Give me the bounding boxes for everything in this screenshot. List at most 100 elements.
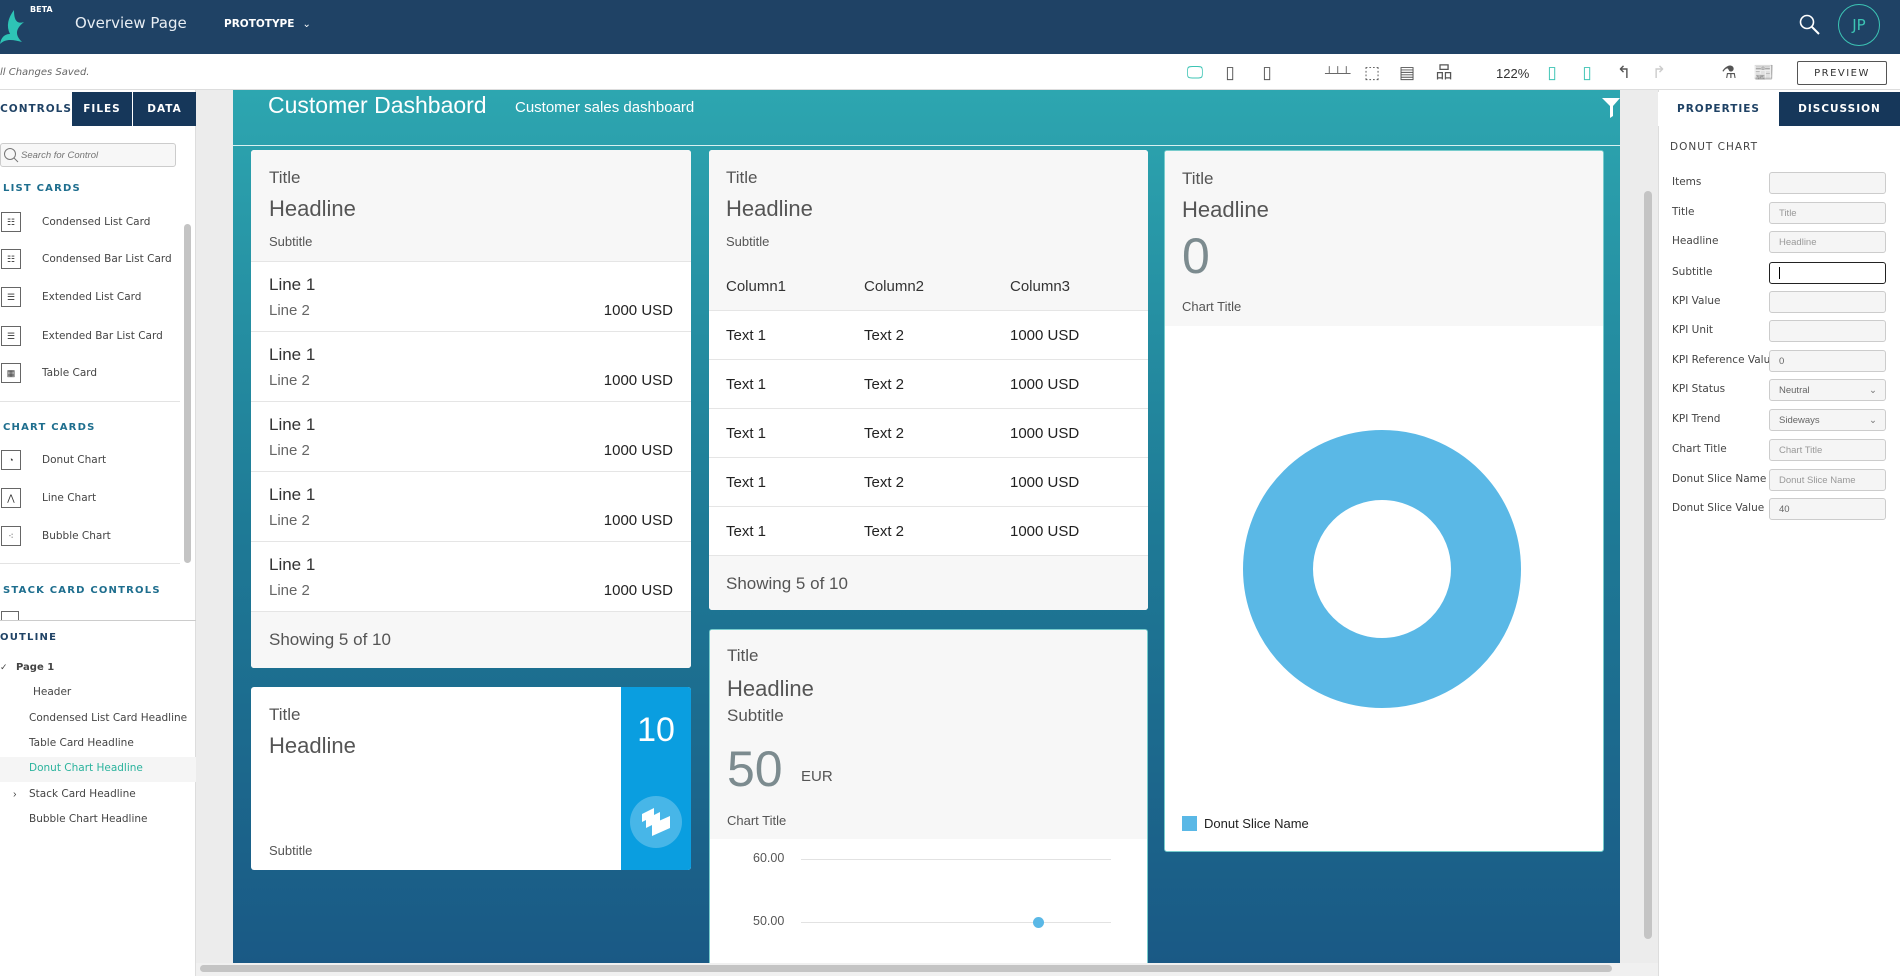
control-label: Condensed Bar List Card bbox=[42, 253, 172, 265]
property-input-subtitle[interactable] bbox=[1769, 262, 1886, 284]
align-icon[interactable]: ▤ bbox=[1396, 62, 1418, 84]
data-point[interactable] bbox=[1033, 917, 1044, 928]
line-chart-card[interactable]: Title Headline Subtitle 50 EUR Chart Tit… bbox=[709, 629, 1148, 974]
expand-chevron-icon[interactable]: › bbox=[13, 788, 17, 800]
property-input-kpi-unit[interactable] bbox=[1769, 320, 1886, 342]
property-input-kpi-status[interactable]: Neutral ⌄ bbox=[1769, 379, 1886, 401]
table-card-icon: ▦ bbox=[1, 363, 21, 383]
table-row[interactable]: Text 1 Text 2 1000 USD bbox=[709, 506, 1148, 555]
table-row[interactable]: Text 1 Text 2 1000 USD bbox=[709, 359, 1148, 408]
stack-count-panel[interactable]: 10 bbox=[621, 687, 691, 870]
control-label: Condensed List Card bbox=[42, 216, 151, 228]
control-item[interactable]: ☰ Extended Bar List Card bbox=[0, 324, 180, 348]
phone-view-icon[interactable]: ▯ bbox=[1256, 62, 1278, 84]
tab-data[interactable]: DATA bbox=[133, 92, 196, 126]
table-card[interactable]: Title Headline Subtitle Column1 Column2 … bbox=[709, 150, 1148, 610]
property-input-kpi-trend[interactable]: Sideways ⌄ bbox=[1769, 409, 1886, 431]
legend-swatch bbox=[1182, 816, 1197, 831]
outline-item[interactable]: Donut Chart Headline bbox=[29, 762, 143, 774]
outline-page[interactable]: Page 1 bbox=[16, 662, 54, 673]
frame-icon[interactable]: ⬚ bbox=[1361, 62, 1383, 84]
control-item[interactable]: ⁖ Bubble Chart bbox=[0, 524, 180, 548]
tab-controls[interactable]: CONTROLS bbox=[0, 92, 72, 126]
control-item[interactable]: ▦ Table Card bbox=[0, 361, 180, 385]
property-input-kpi-value[interactable] bbox=[1769, 291, 1886, 313]
card-footer: Showing 5 of 10 bbox=[709, 555, 1148, 610]
control-search-input[interactable] bbox=[21, 149, 171, 161]
list-item[interactable]: Line 1 Line 2 1000 USD bbox=[251, 541, 691, 611]
ruler-icon[interactable]: ┴┴┴ bbox=[1325, 62, 1351, 84]
property-value: Neutral bbox=[1779, 384, 1810, 396]
undo-icon[interactable]: ↰ bbox=[1613, 62, 1635, 84]
card-subtitle: Subtitle bbox=[269, 234, 313, 249]
desktop-view-icon[interactable]: 🖵 bbox=[1184, 62, 1206, 84]
preview-button[interactable]: PREVIEW bbox=[1797, 61, 1887, 85]
table-row[interactable]: Text 1 Text 2 1000 USD bbox=[709, 408, 1148, 457]
line-2: Line 2 bbox=[269, 582, 310, 599]
mode-dropdown[interactable]: PROTOTYPE ⌄ bbox=[224, 18, 311, 30]
property-input-donut-slice-value[interactable]: 40 bbox=[1769, 498, 1886, 520]
property-input-chart-title[interactable]: Chart Title bbox=[1769, 439, 1886, 461]
news-icon[interactable]: 📰 bbox=[1753, 62, 1775, 84]
chevron-down-icon: ⌄ bbox=[1869, 414, 1877, 426]
donut-chart-card[interactable]: Title Headline 0 Chart Title Donut Slice… bbox=[1164, 150, 1604, 852]
table-cell: Text 2 bbox=[864, 425, 905, 442]
value: 1000 USD bbox=[603, 372, 673, 389]
header-divider bbox=[233, 145, 1620, 146]
outline-item[interactable]: Table Card Headline bbox=[29, 737, 134, 749]
avatar[interactable]: JP bbox=[1838, 4, 1880, 46]
line-1: Line 1 bbox=[269, 275, 316, 294]
property-input-donut-slice-name[interactable]: Donut Slice Name bbox=[1769, 469, 1886, 491]
canvas-vertical-scrollbar[interactable] bbox=[1644, 191, 1652, 939]
list-item[interactable]: Line 1 Line 2 1000 USD bbox=[251, 471, 691, 541]
filter-icon[interactable] bbox=[1602, 96, 1620, 118]
outline-item[interactable]: Stack Card Headline bbox=[29, 788, 136, 800]
list-item[interactable]: Line 1 Line 2 1000 USD bbox=[251, 401, 691, 471]
property-input-headline[interactable]: Headline bbox=[1769, 231, 1886, 253]
control-search[interactable] bbox=[0, 143, 176, 167]
flask-icon[interactable]: ⚗ bbox=[1718, 62, 1740, 84]
expand-chevron-icon[interactable]: ✓ bbox=[0, 662, 8, 673]
table-row[interactable]: Text 1 Text 2 1000 USD bbox=[709, 457, 1148, 506]
card-title: Title bbox=[1182, 169, 1214, 188]
donut-slice[interactable] bbox=[1243, 430, 1521, 708]
redo-icon[interactable]: ↱ bbox=[1648, 62, 1670, 84]
list-item[interactable]: Line 1 Line 2 1000 USD bbox=[251, 261, 691, 331]
stack-card[interactable]: Title Headline Subtitle 10 bbox=[251, 687, 691, 870]
control-item[interactable]: ◔ Donut Chart bbox=[0, 448, 180, 472]
property-label: Headline bbox=[1672, 235, 1719, 247]
outline-item[interactable]: Bubble Chart Headline bbox=[29, 813, 148, 825]
outline-item[interactable]: Header bbox=[33, 686, 71, 698]
card-headline: Headline bbox=[1182, 197, 1269, 222]
property-label: Title bbox=[1672, 206, 1695, 218]
control-item[interactable]: ☷ Condensed List Card bbox=[0, 210, 180, 234]
tab-files[interactable]: FILES bbox=[72, 92, 133, 126]
table-cell: 1000 USD bbox=[1010, 376, 1080, 393]
tab-properties[interactable]: PROPERTIES bbox=[1658, 92, 1779, 126]
zoom-level[interactable]: 122% bbox=[1496, 66, 1529, 81]
table-cell: Text 2 bbox=[864, 376, 905, 393]
control-item[interactable]: ⋀ Line Chart bbox=[0, 486, 180, 510]
property-input-kpi-reference-value[interactable]: 0 bbox=[1769, 350, 1886, 372]
outline-item[interactable]: Condensed List Card Headline bbox=[29, 712, 187, 724]
donut-chart-icon: ◔ bbox=[1, 450, 21, 470]
property-input-items[interactable] bbox=[1769, 172, 1886, 194]
sitemap-icon[interactable]: 品 bbox=[1433, 62, 1455, 84]
property-input-title[interactable]: Title bbox=[1769, 202, 1886, 224]
left-panel-toggle-icon[interactable]: ▯ bbox=[1541, 62, 1563, 84]
list-item[interactable]: Line 1 Line 2 1000 USD bbox=[251, 331, 691, 401]
left-scrollbar[interactable] bbox=[184, 224, 191, 563]
tablet-view-icon[interactable]: ▯ bbox=[1219, 62, 1241, 84]
chart-title: Chart Title bbox=[727, 813, 787, 828]
tab-discussion[interactable]: DISCUSSION bbox=[1779, 92, 1900, 126]
control-item[interactable]: ☰ Extended List Card bbox=[0, 285, 180, 309]
table-cell: Text 1 bbox=[726, 376, 767, 393]
condensed-list-card[interactable]: Title Headline Subtitle Line 1 Line 2 1000… bbox=[251, 150, 691, 668]
line-1: Line 1 bbox=[269, 485, 316, 504]
right-panel-toggle-icon[interactable]: ▯ bbox=[1576, 62, 1598, 84]
table-row[interactable]: Text 1 Text 2 1000 USD bbox=[709, 310, 1148, 359]
search-icon[interactable] bbox=[1798, 13, 1820, 35]
control-item[interactable]: ☷ Condensed Bar List Card bbox=[0, 247, 180, 271]
card-title: Title bbox=[269, 705, 301, 724]
canvas-horizontal-scrollbar[interactable] bbox=[200, 965, 1612, 972]
